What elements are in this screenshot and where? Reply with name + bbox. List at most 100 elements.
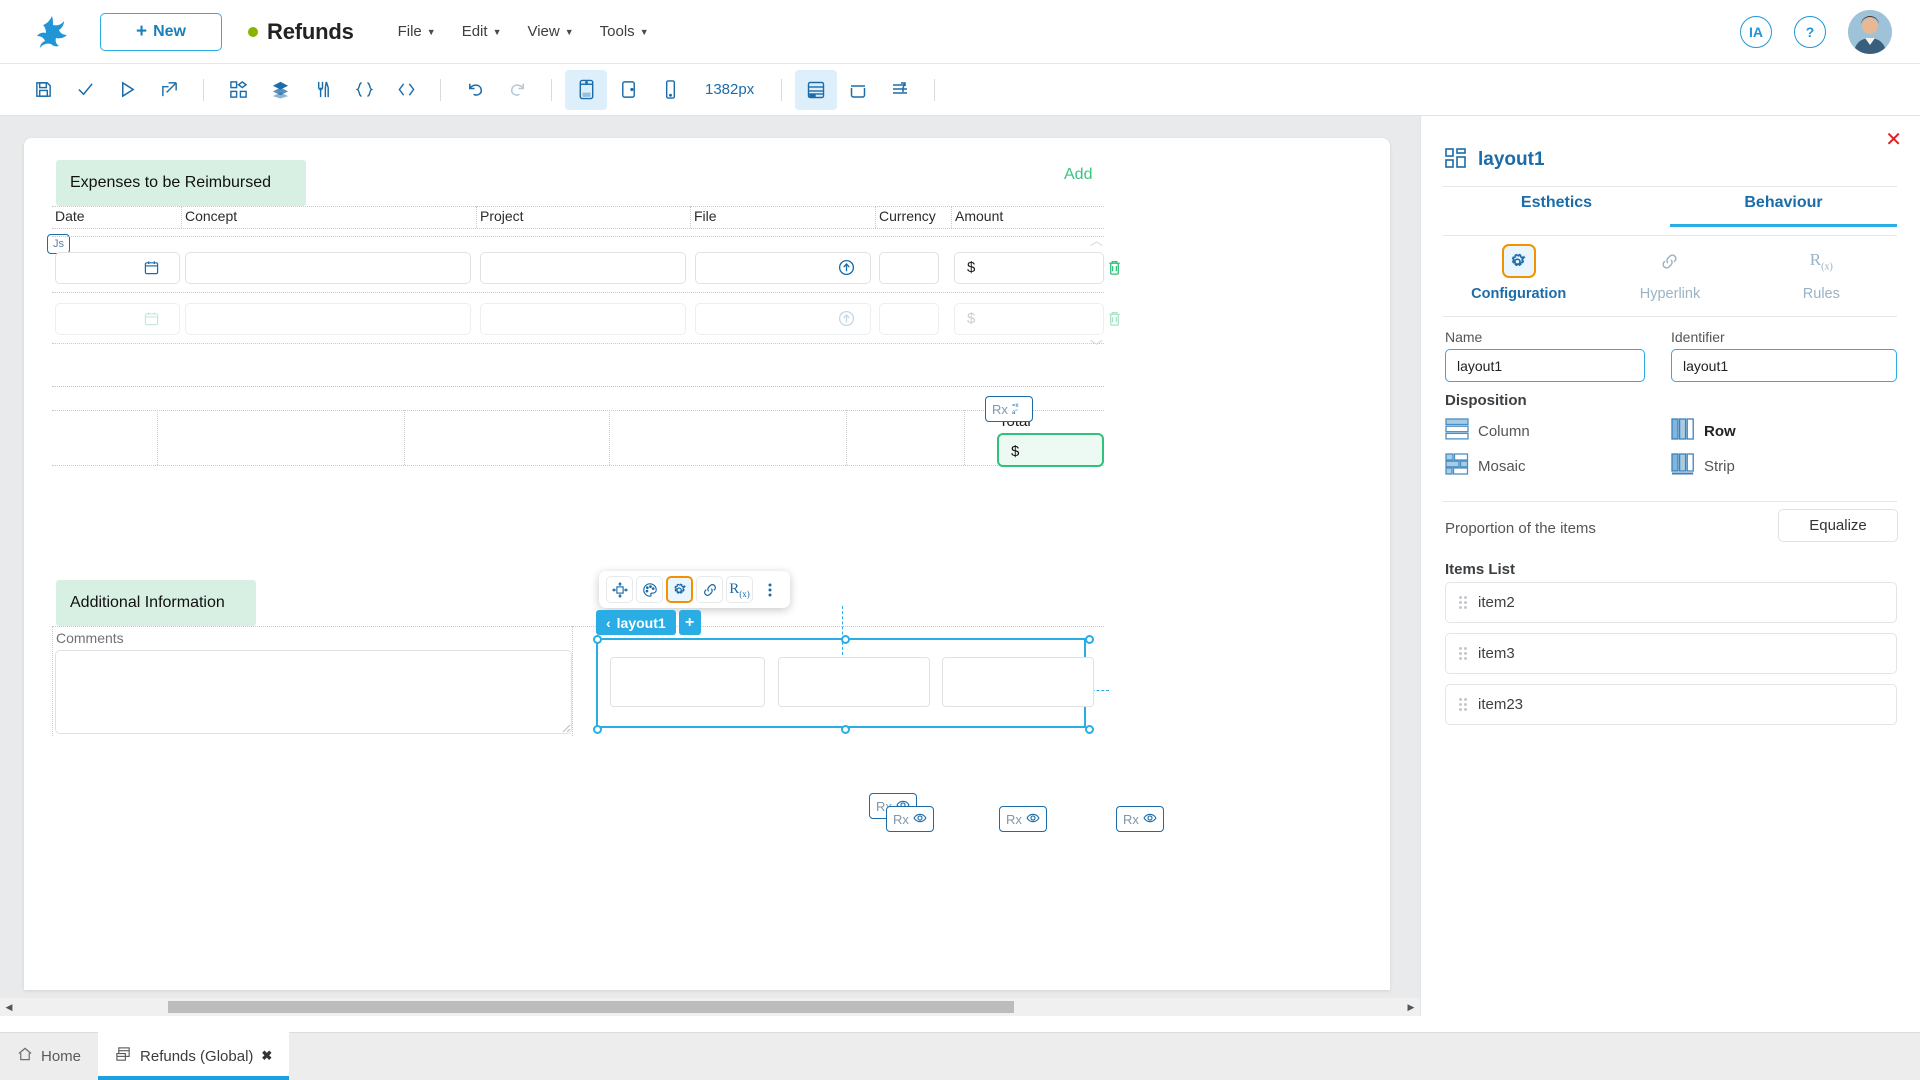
selected-layout-container[interactable] <box>593 635 1094 734</box>
tablet-view-icon[interactable] <box>607 70 649 110</box>
amount-input-row2[interactable] <box>954 303 1104 335</box>
avatar[interactable] <box>1848 9 1892 54</box>
bottom-tab-home[interactable]: Home <box>0 1032 98 1080</box>
resize-handle-bottom-left[interactable] <box>593 725 602 734</box>
trash-icon[interactable] <box>1106 259 1123 279</box>
resize-handle-bottom-right[interactable] <box>1085 725 1094 734</box>
deploy-export-icon[interactable] <box>148 70 190 110</box>
project-input-row2[interactable] <box>480 303 686 335</box>
currency-input-row1[interactable] <box>879 252 939 284</box>
calendar-icon[interactable] <box>144 311 159 329</box>
subtab-hyperlink[interactable]: Hyperlink <box>1594 244 1745 302</box>
frog-logo-icon[interactable] <box>32 11 72 53</box>
save-icon[interactable] <box>22 70 64 110</box>
upload-icon[interactable] <box>838 310 855 330</box>
drag-handle-icon[interactable] <box>1459 698 1467 711</box>
rx-visibility-badge[interactable]: Rx <box>999 806 1047 832</box>
more-options-icon[interactable] <box>756 576 783 603</box>
breadcrumb[interactable]: ‹ layout1 <box>596 610 676 635</box>
scrollbar-thumb[interactable] <box>168 1001 1014 1013</box>
rx-visibility-badge[interactable]: Rx <box>1116 806 1164 832</box>
disposition-option-column[interactable]: Column <box>1445 418 1530 444</box>
mobile-view-icon[interactable] <box>649 70 691 110</box>
scroll-up-icon[interactable]: ︿ <box>1090 230 1103 249</box>
layout-item-1[interactable] <box>610 657 765 707</box>
tab-behaviour[interactable]: Behaviour <box>1670 194 1897 227</box>
grid-layout-icon[interactable] <box>795 69 838 110</box>
concept-input-row1[interactable] <box>185 252 471 284</box>
js-badge[interactable]: Js <box>47 234 70 254</box>
desktop-view-icon[interactable] <box>565 69 607 110</box>
menu-file[interactable]: File ▼ <box>398 23 436 40</box>
subtab-rules[interactable]: R(x) Rules <box>1746 244 1897 302</box>
palette-icon[interactable] <box>636 576 663 603</box>
trash-icon[interactable] <box>1106 310 1123 330</box>
container-icon[interactable] <box>837 70 879 110</box>
currency-input-row2[interactable] <box>879 303 939 335</box>
calendar-icon[interactable] <box>144 260 159 278</box>
tab-esthetics[interactable]: Esthetics <box>1443 194 1670 227</box>
resize-handle-top-center[interactable] <box>841 635 850 644</box>
new-button[interactable]: + New <box>100 12 222 51</box>
close-icon[interactable]: ✕ <box>1885 130 1902 150</box>
name-field[interactable]: layout1 <box>1445 349 1645 382</box>
scroll-left-arrow[interactable]: ◀ <box>0 998 18 1016</box>
help-button[interactable]: ? <box>1794 15 1826 48</box>
project-input-row1[interactable] <box>480 252 686 284</box>
disposition-option-row[interactable]: Row <box>1671 418 1736 444</box>
list-item[interactable]: item2 <box>1445 582 1897 623</box>
menu-view[interactable]: View ▼ <box>527 23 573 40</box>
layout-item-2[interactable] <box>778 657 930 707</box>
identifier-field[interactable]: layout1 <box>1671 349 1897 382</box>
horizontal-scrollbar[interactable]: ◀ ▶ <box>0 998 1420 1016</box>
amount-input-row1[interactable] <box>954 252 1104 284</box>
layers-icon[interactable] <box>259 70 301 110</box>
undo-icon[interactable] <box>454 70 496 110</box>
subtab-configuration[interactable]: Configuration <box>1443 244 1594 302</box>
menu-edit[interactable]: Edit ▼ <box>462 23 502 40</box>
move-icon[interactable] <box>606 576 633 603</box>
canvas-width-label[interactable]: 1382px <box>691 81 768 98</box>
concept-input-row2[interactable] <box>185 303 471 335</box>
resize-handle-bottom-center[interactable] <box>841 725 850 734</box>
add-child-button[interactable]: + <box>678 610 701 635</box>
braces-icon[interactable] <box>343 70 385 110</box>
date-input-row2[interactable] <box>55 303 180 335</box>
disposition-option-strip[interactable]: Strip <box>1671 453 1735 479</box>
list-item[interactable]: item3 <box>1445 633 1897 674</box>
drag-handle-icon[interactable] <box>1459 647 1467 660</box>
scroll-right-arrow[interactable]: ▶ <box>1402 998 1420 1016</box>
drag-handle-icon[interactable] <box>1459 596 1467 609</box>
grid-line <box>52 206 1104 207</box>
rx-formula-badge[interactable]: Rx =x a" <box>985 396 1033 422</box>
run-play-icon[interactable] <box>106 70 148 110</box>
components-icon[interactable] <box>217 70 259 110</box>
validate-check-icon[interactable] <box>64 70 106 110</box>
menu-tools[interactable]: Tools ▼ <box>600 23 649 40</box>
comments-textarea[interactable] <box>55 650 572 734</box>
add-row-link[interactable]: Add <box>1064 166 1092 184</box>
code-icon[interactable] <box>385 70 427 110</box>
tools-pen-icon[interactable] <box>301 70 343 110</box>
ia-assistant-button[interactable]: IA <box>1740 15 1772 48</box>
scroll-down-icon[interactable]: ﹀ <box>1090 336 1103 355</box>
layout-item-3[interactable] <box>942 657 1094 707</box>
total-value-field[interactable]: $ <box>997 433 1104 467</box>
close-icon[interactable]: ✖ <box>261 1048 272 1064</box>
align-icon[interactable] <box>879 70 921 110</box>
list-item[interactable]: item23 <box>1445 684 1897 725</box>
equalize-button[interactable]: Equalize <box>1778 509 1898 542</box>
link-icon[interactable] <box>696 576 723 603</box>
settings-gear-icon[interactable] <box>666 576 693 603</box>
resize-handle-top-right[interactable] <box>1085 635 1094 644</box>
redo-icon[interactable] <box>496 70 538 110</box>
resize-handle-icon[interactable] <box>560 721 571 736</box>
upload-icon[interactable] <box>838 259 855 279</box>
date-input-row1[interactable] <box>55 252 180 284</box>
disposition-option-mosaic[interactable]: Mosaic <box>1445 453 1526 479</box>
rx-visibility-badge[interactable]: Rx <box>886 806 934 832</box>
rules-rx-icon[interactable]: R(x) <box>726 576 753 603</box>
bottom-tab-refunds[interactable]: Refunds (Global) ✖ <box>98 1032 290 1080</box>
resize-handle-top-left[interactable] <box>593 635 602 644</box>
design-canvas[interactable]: Expenses to be Reimbursed Add Date Conce… <box>0 116 1420 1016</box>
